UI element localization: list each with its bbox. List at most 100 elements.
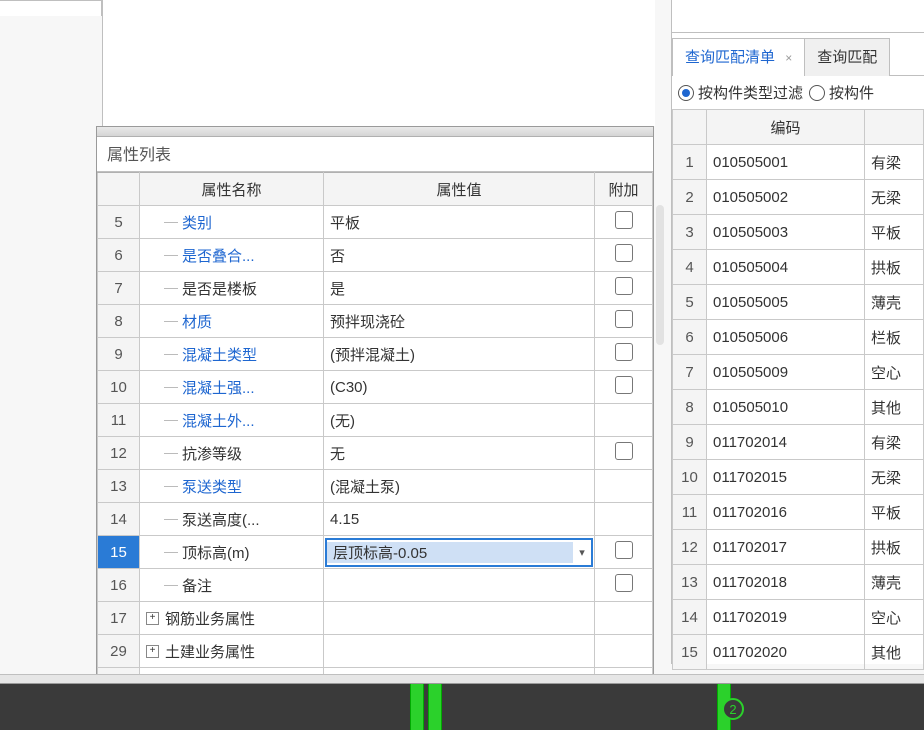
tab-match-list[interactable]: 查询匹配清单 × [672,38,805,76]
property-row[interactable]: 5类别平板 [98,206,653,239]
property-value[interactable] [324,635,595,668]
panel-grip[interactable] [97,127,653,137]
code-grid: 编码 1010505001有梁2010505002无梁3010505003平板4… [672,109,924,670]
property-row[interactable]: 10混凝土强...(C30) [98,371,653,404]
checkbox[interactable] [615,211,633,229]
property-value[interactable]: 是 [324,272,595,305]
property-row[interactable]: 13泵送类型(混凝土泵) [98,470,653,503]
code-row[interactable]: 14011702019空心 [673,600,924,635]
timeline-marker[interactable] [410,684,424,730]
code-row[interactable]: 7010505009空心 [673,355,924,390]
row-number: 1 [673,145,707,180]
extra-checkbox-cell[interactable] [595,536,653,569]
property-value[interactable]: (无) [324,404,595,437]
code-row[interactable]: 6010505006栏板 [673,320,924,355]
property-value[interactable]: (预拌混凝土) [324,338,595,371]
code-row[interactable]: 5010505005薄壳 [673,285,924,320]
code-cell: 010505005 [707,285,865,320]
close-icon[interactable]: × [785,51,792,65]
extra-checkbox-cell[interactable] [595,305,653,338]
extra-checkbox-cell[interactable] [595,272,653,305]
property-row[interactable]: 16备注 [98,569,653,602]
tab-label: 查询匹配清单 [685,49,775,66]
tab-match-other[interactable]: 查询匹配 [804,38,890,76]
property-row[interactable]: 8材质预拌现浇砼 [98,305,653,338]
property-value[interactable]: (C30) [324,371,595,404]
extra-checkbox-cell[interactable] [595,470,653,503]
row-number: 15 [98,536,140,569]
property-value[interactable]: 无 [324,437,595,470]
property-name: 抗渗等级 [140,437,324,470]
code-row[interactable]: 13011702018薄壳 [673,565,924,600]
canvas-blank [102,0,655,126]
radio-by-type[interactable]: 按构件类型过滤 [678,82,803,103]
code-row[interactable]: 12011702017拱板 [673,530,924,565]
property-row[interactable]: 15顶标高(m)层顶标高-0.05▾ [98,536,653,569]
property-value[interactable]: 预拌现浇砼 [324,305,595,338]
checkbox[interactable] [615,574,633,592]
property-row[interactable]: 6是否叠合...否 [98,239,653,272]
row-number: 7 [98,272,140,305]
extra-checkbox-cell[interactable] [595,635,653,668]
checkbox[interactable] [615,442,633,460]
extra-checkbox-cell[interactable] [595,371,653,404]
extra-checkbox-cell[interactable] [595,437,653,470]
property-row[interactable]: 14泵送高度(...4.15 [98,503,653,536]
bottom-grip[interactable] [0,674,924,684]
property-row[interactable]: 17+钢筋业务属性 [98,602,653,635]
property-row[interactable]: 29+土建业务属性 [98,635,653,668]
code-row[interactable]: 10011702015无梁 [673,460,924,495]
timeline-badge[interactable]: 2 [722,698,744,720]
checkbox[interactable] [615,541,633,559]
extra-checkbox-cell[interactable] [595,338,653,371]
code-row[interactable]: 11011702016平板 [673,495,924,530]
desc-cell: 拱板 [865,250,924,285]
timeline-marker[interactable] [428,684,442,730]
code-cell: 011702014 [707,425,865,460]
extra-checkbox-cell[interactable] [595,569,653,602]
chevron-down-icon[interactable]: ▾ [573,546,591,559]
property-row[interactable]: 11混凝土外...(无) [98,404,653,437]
code-row[interactable]: 4010505004拱板 [673,250,924,285]
expand-icon[interactable]: + [146,612,159,625]
checkbox[interactable] [615,343,633,361]
property-value[interactable]: 层顶标高-0.05▾ [324,536,595,569]
checkbox[interactable] [615,310,633,328]
extra-checkbox-cell[interactable] [595,239,653,272]
code-row[interactable]: 9011702014有梁 [673,425,924,460]
code-row[interactable]: 2010505002无梁 [673,180,924,215]
property-value[interactable]: 平板 [324,206,595,239]
property-row[interactable]: 12抗渗等级无 [98,437,653,470]
left-panel-stub [0,0,102,16]
dropdown[interactable]: 层顶标高-0.05▾ [325,538,593,567]
code-row[interactable]: 1010505001有梁 [673,145,924,180]
scrollbar[interactable] [656,205,664,345]
code-cell: 010505006 [707,320,865,355]
checkbox[interactable] [615,376,633,394]
property-value[interactable]: 4.15 [324,503,595,536]
property-value[interactable] [324,602,595,635]
extra-checkbox-cell[interactable] [595,404,653,437]
expand-icon[interactable]: + [146,645,159,658]
code-row[interactable]: 15011702020其他 [673,635,924,670]
extra-checkbox-cell[interactable] [595,206,653,239]
checkbox[interactable] [615,277,633,295]
row-number: 5 [673,285,707,320]
property-row[interactable]: 7是否是楼板是 [98,272,653,305]
row-number: 8 [673,390,707,425]
extra-checkbox-cell[interactable] [595,503,653,536]
code-row[interactable]: 8010505010其他 [673,390,924,425]
code-row[interactable]: 3010505003平板 [673,215,924,250]
extra-checkbox-cell[interactable] [595,602,653,635]
row-number: 8 [98,305,140,338]
property-value[interactable]: 否 [324,239,595,272]
radio-by-component[interactable]: 按构件 [809,82,874,103]
checkbox[interactable] [615,244,633,262]
property-value[interactable] [324,569,595,602]
property-value[interactable]: (混凝土泵) [324,470,595,503]
code-cell: 010505001 [707,145,865,180]
property-row[interactable]: 9混凝土类型(预拌混凝土) [98,338,653,371]
desc-cell: 平板 [865,215,924,250]
property-name: +土建业务属性 [140,635,324,668]
row-number: 7 [673,355,707,390]
